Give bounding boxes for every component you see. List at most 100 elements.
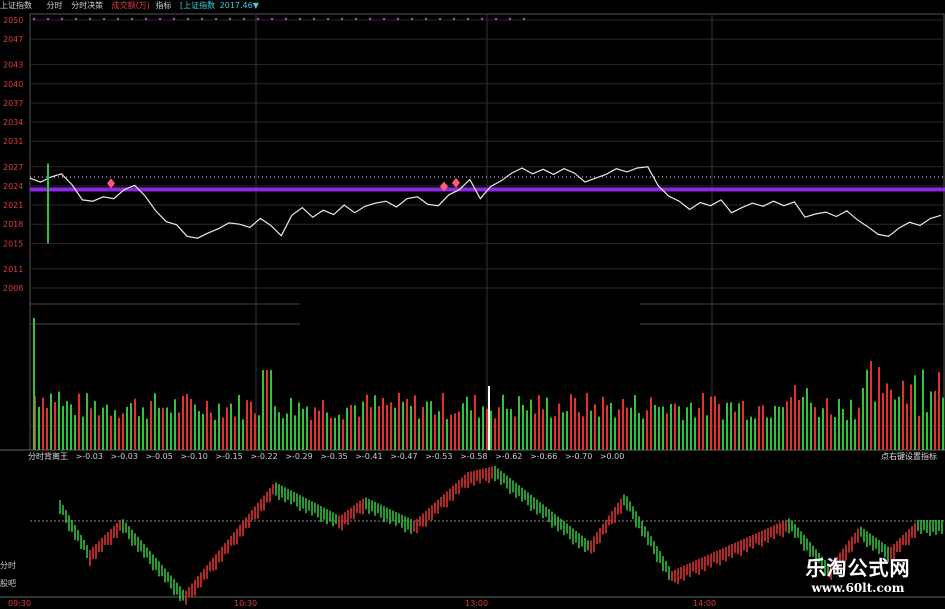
volume-bar: [350, 404, 352, 450]
volume-bar: [310, 419, 312, 450]
indicator-value: >-0.41: [355, 452, 383, 461]
volume-bar: [866, 369, 868, 450]
volume-bar: [486, 408, 488, 450]
volume-bar: [770, 417, 772, 450]
indicator-value: >-0.53: [425, 452, 453, 461]
header-dot: [284, 17, 288, 21]
indicator-settings-hint[interactable]: 点右键设置指标: [881, 451, 937, 463]
volume-bar: [742, 400, 744, 450]
volume-bar: [222, 417, 224, 450]
indicator-name[interactable]: 分时背离王: [28, 451, 68, 463]
volume-bar: [630, 407, 632, 450]
volume-bar: [470, 410, 472, 450]
volume-bar: [330, 417, 332, 450]
indicator-menu[interactable]: 指标: [155, 0, 171, 12]
price-tick-label: 2027: [3, 163, 23, 172]
time-tick-label: 09:30: [8, 599, 31, 608]
volume-bar: [842, 408, 844, 450]
volume-bar: [782, 407, 784, 450]
volume-bar: [338, 414, 340, 450]
volume-bar: [414, 395, 416, 450]
indicator-value: >0.00: [599, 452, 625, 461]
volume-bar: [33, 318, 35, 450]
side-tab-intraday[interactable]: 分时: [0, 560, 16, 571]
volume-label[interactable]: 成交额(万): [112, 0, 150, 12]
volume-bar: [286, 413, 288, 450]
time-axis: 09:30 10:30 13:00 14:00: [8, 599, 716, 608]
volume-bar: [274, 406, 276, 450]
indicator-value: >-0.05: [145, 452, 173, 461]
volume-bar: [766, 417, 768, 450]
volume-bar: [914, 375, 916, 450]
volume-bar: [870, 361, 872, 450]
volume-bar: [798, 399, 800, 450]
volume-bar: [418, 418, 420, 450]
volume-bar: [642, 418, 644, 450]
volume-bar: [166, 407, 168, 450]
volume-bar: [918, 415, 920, 450]
price-tick-label: 2011: [3, 265, 23, 274]
volume-bar: [134, 398, 136, 450]
volume-bar: [602, 396, 604, 450]
volume-bar: [362, 401, 364, 450]
volume-bar: [638, 413, 640, 450]
volume-bar: [386, 404, 388, 450]
index-name[interactable]: 上证指数: [0, 0, 32, 12]
header-dot: [270, 17, 274, 21]
volume-bar: [314, 407, 316, 450]
volume-bar: [266, 370, 268, 450]
volume-bar: [410, 405, 412, 450]
signal-markers: [32, 17, 526, 192]
tab-strategy[interactable]: 分时决策: [71, 0, 103, 12]
volume-bar: [850, 399, 852, 450]
intraday-chart[interactable]: 2050 2047 2043 2040 2037 2034 2031 2027 2024 2021…: [0, 0, 945, 609]
volume-bar: [890, 389, 892, 450]
volume-bar: [802, 396, 804, 450]
volume-bar: [214, 419, 216, 450]
volume-bar: [862, 388, 864, 450]
volume-bar: [442, 393, 444, 450]
indicator-header: 分时背离王 >-0.03 >-0.03 >-0.05 >-0.10 >-0.15…: [28, 451, 629, 463]
time-tick-label: 14:00: [693, 599, 716, 608]
volume-bar: [518, 396, 520, 450]
price-axis: 2050 2047 2043 2040 2037 2034 2031 2027 2024 2021…: [3, 16, 23, 293]
volume-bar: [702, 393, 704, 450]
volume-bar: [454, 413, 456, 450]
volume-bar: [634, 395, 636, 450]
header-dot: [326, 17, 330, 21]
volume-bar: [190, 399, 192, 450]
volume-bar: [74, 415, 76, 450]
tab-intraday[interactable]: 分时: [47, 0, 63, 12]
header-dot: [214, 17, 218, 21]
header-dot: [452, 17, 456, 21]
volume-bar: [370, 407, 372, 450]
volume-bar: [678, 406, 680, 450]
volume-bar: [578, 412, 580, 450]
header-dot: [74, 17, 78, 21]
signal-marker-icon: [107, 178, 115, 189]
volume-bar: [834, 417, 836, 450]
volume-bar: [730, 402, 732, 450]
header-dot: [256, 17, 260, 21]
volume-bar: [94, 401, 96, 450]
volume-bar: [894, 399, 896, 450]
volume-bar: [690, 402, 692, 450]
volume-bar: [114, 410, 116, 450]
header-dot: [228, 17, 232, 21]
volume-bar: [194, 404, 196, 450]
volume-bar: [698, 407, 700, 450]
volume-bar: [334, 417, 336, 450]
volume-bar: [934, 391, 936, 450]
volume-bar: [154, 393, 156, 450]
indicator-value: >-0.22: [250, 452, 278, 461]
volume-bar: [66, 401, 68, 450]
price-tick-label: 2015: [3, 239, 23, 248]
volume-bar: [170, 412, 172, 450]
volume-bar: [606, 405, 608, 450]
price-tick-label: 2050: [3, 16, 23, 25]
volume-bar: [694, 417, 696, 450]
volume-bar: [342, 419, 344, 450]
volume-bar: [566, 411, 568, 450]
side-tab-forum[interactable]: 股吧: [0, 578, 16, 589]
indicator-value: >-0.10: [180, 452, 208, 461]
